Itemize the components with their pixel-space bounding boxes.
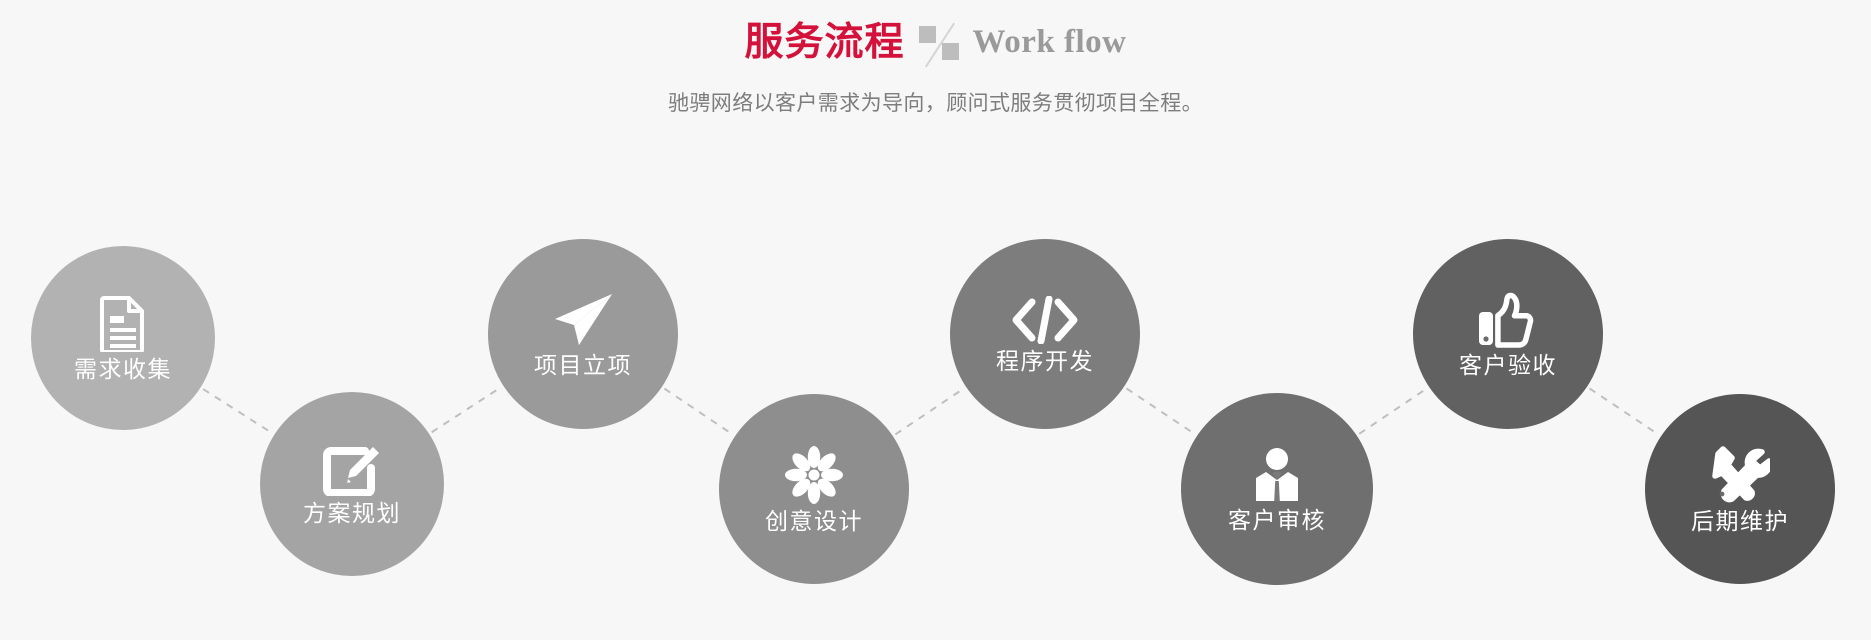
flow-step-7[interactable]: 客户验收 xyxy=(1413,239,1603,429)
flow-step-3[interactable]: 项目立项 xyxy=(488,239,678,429)
edit-note-icon xyxy=(323,444,381,496)
flow-connector xyxy=(663,387,734,436)
code-icon xyxy=(1010,295,1080,344)
flow-connector xyxy=(1588,387,1660,436)
deco-square-bottom-right xyxy=(941,43,959,60)
page-subtitle: 驰骋网络以客户需求为导向，顾问式服务贯彻项目全程。 xyxy=(668,92,1203,115)
flow-step-4[interactable]: 创意设计 xyxy=(719,394,909,584)
page-title-cn: 服务流程 xyxy=(744,20,905,64)
flow-step-label: 需求收集 xyxy=(74,355,172,382)
document-icon xyxy=(100,295,146,352)
paper-plane-icon xyxy=(552,292,614,348)
thumbs-up-icon xyxy=(1476,292,1540,348)
flow-connector xyxy=(202,388,273,434)
deco-square-top-left xyxy=(918,26,936,43)
flow-step-5[interactable]: 程序开发 xyxy=(950,239,1140,429)
businessman-icon xyxy=(1252,447,1302,503)
flow-connector xyxy=(431,386,502,434)
flow-step-6[interactable]: 客户审核 xyxy=(1181,393,1373,585)
double-square-slash-icon xyxy=(915,21,967,68)
flow-connector xyxy=(1125,387,1196,435)
flow-step-label: 后期维护 xyxy=(1691,507,1789,534)
flower-icon xyxy=(785,445,843,504)
flow-step-1[interactable]: 需求收集 xyxy=(31,246,215,430)
title-row: 服务流程 Work flow xyxy=(0,14,1871,70)
flow-step-label: 客户审核 xyxy=(1228,506,1326,533)
flow-step-label: 客户验收 xyxy=(1459,351,1557,378)
section-header: 服务流程 Work flow 驰骋网络以客户需求为导向，顾问式服务贯彻项目全程。 xyxy=(0,0,1871,117)
flow-step-label: 创意设计 xyxy=(765,507,863,534)
flow-step-2[interactable]: 方案规划 xyxy=(260,392,444,576)
flow-step-label: 方案规划 xyxy=(303,499,401,526)
flow-step-label: 项目立项 xyxy=(534,351,632,378)
flow-connector xyxy=(1358,387,1428,435)
tools-icon xyxy=(1710,445,1770,504)
flow-step-8[interactable]: 后期维护 xyxy=(1645,394,1835,584)
page-title-en: Work flow xyxy=(972,23,1127,60)
flow-connector xyxy=(894,387,965,436)
flow-step-label: 程序开发 xyxy=(996,347,1094,374)
